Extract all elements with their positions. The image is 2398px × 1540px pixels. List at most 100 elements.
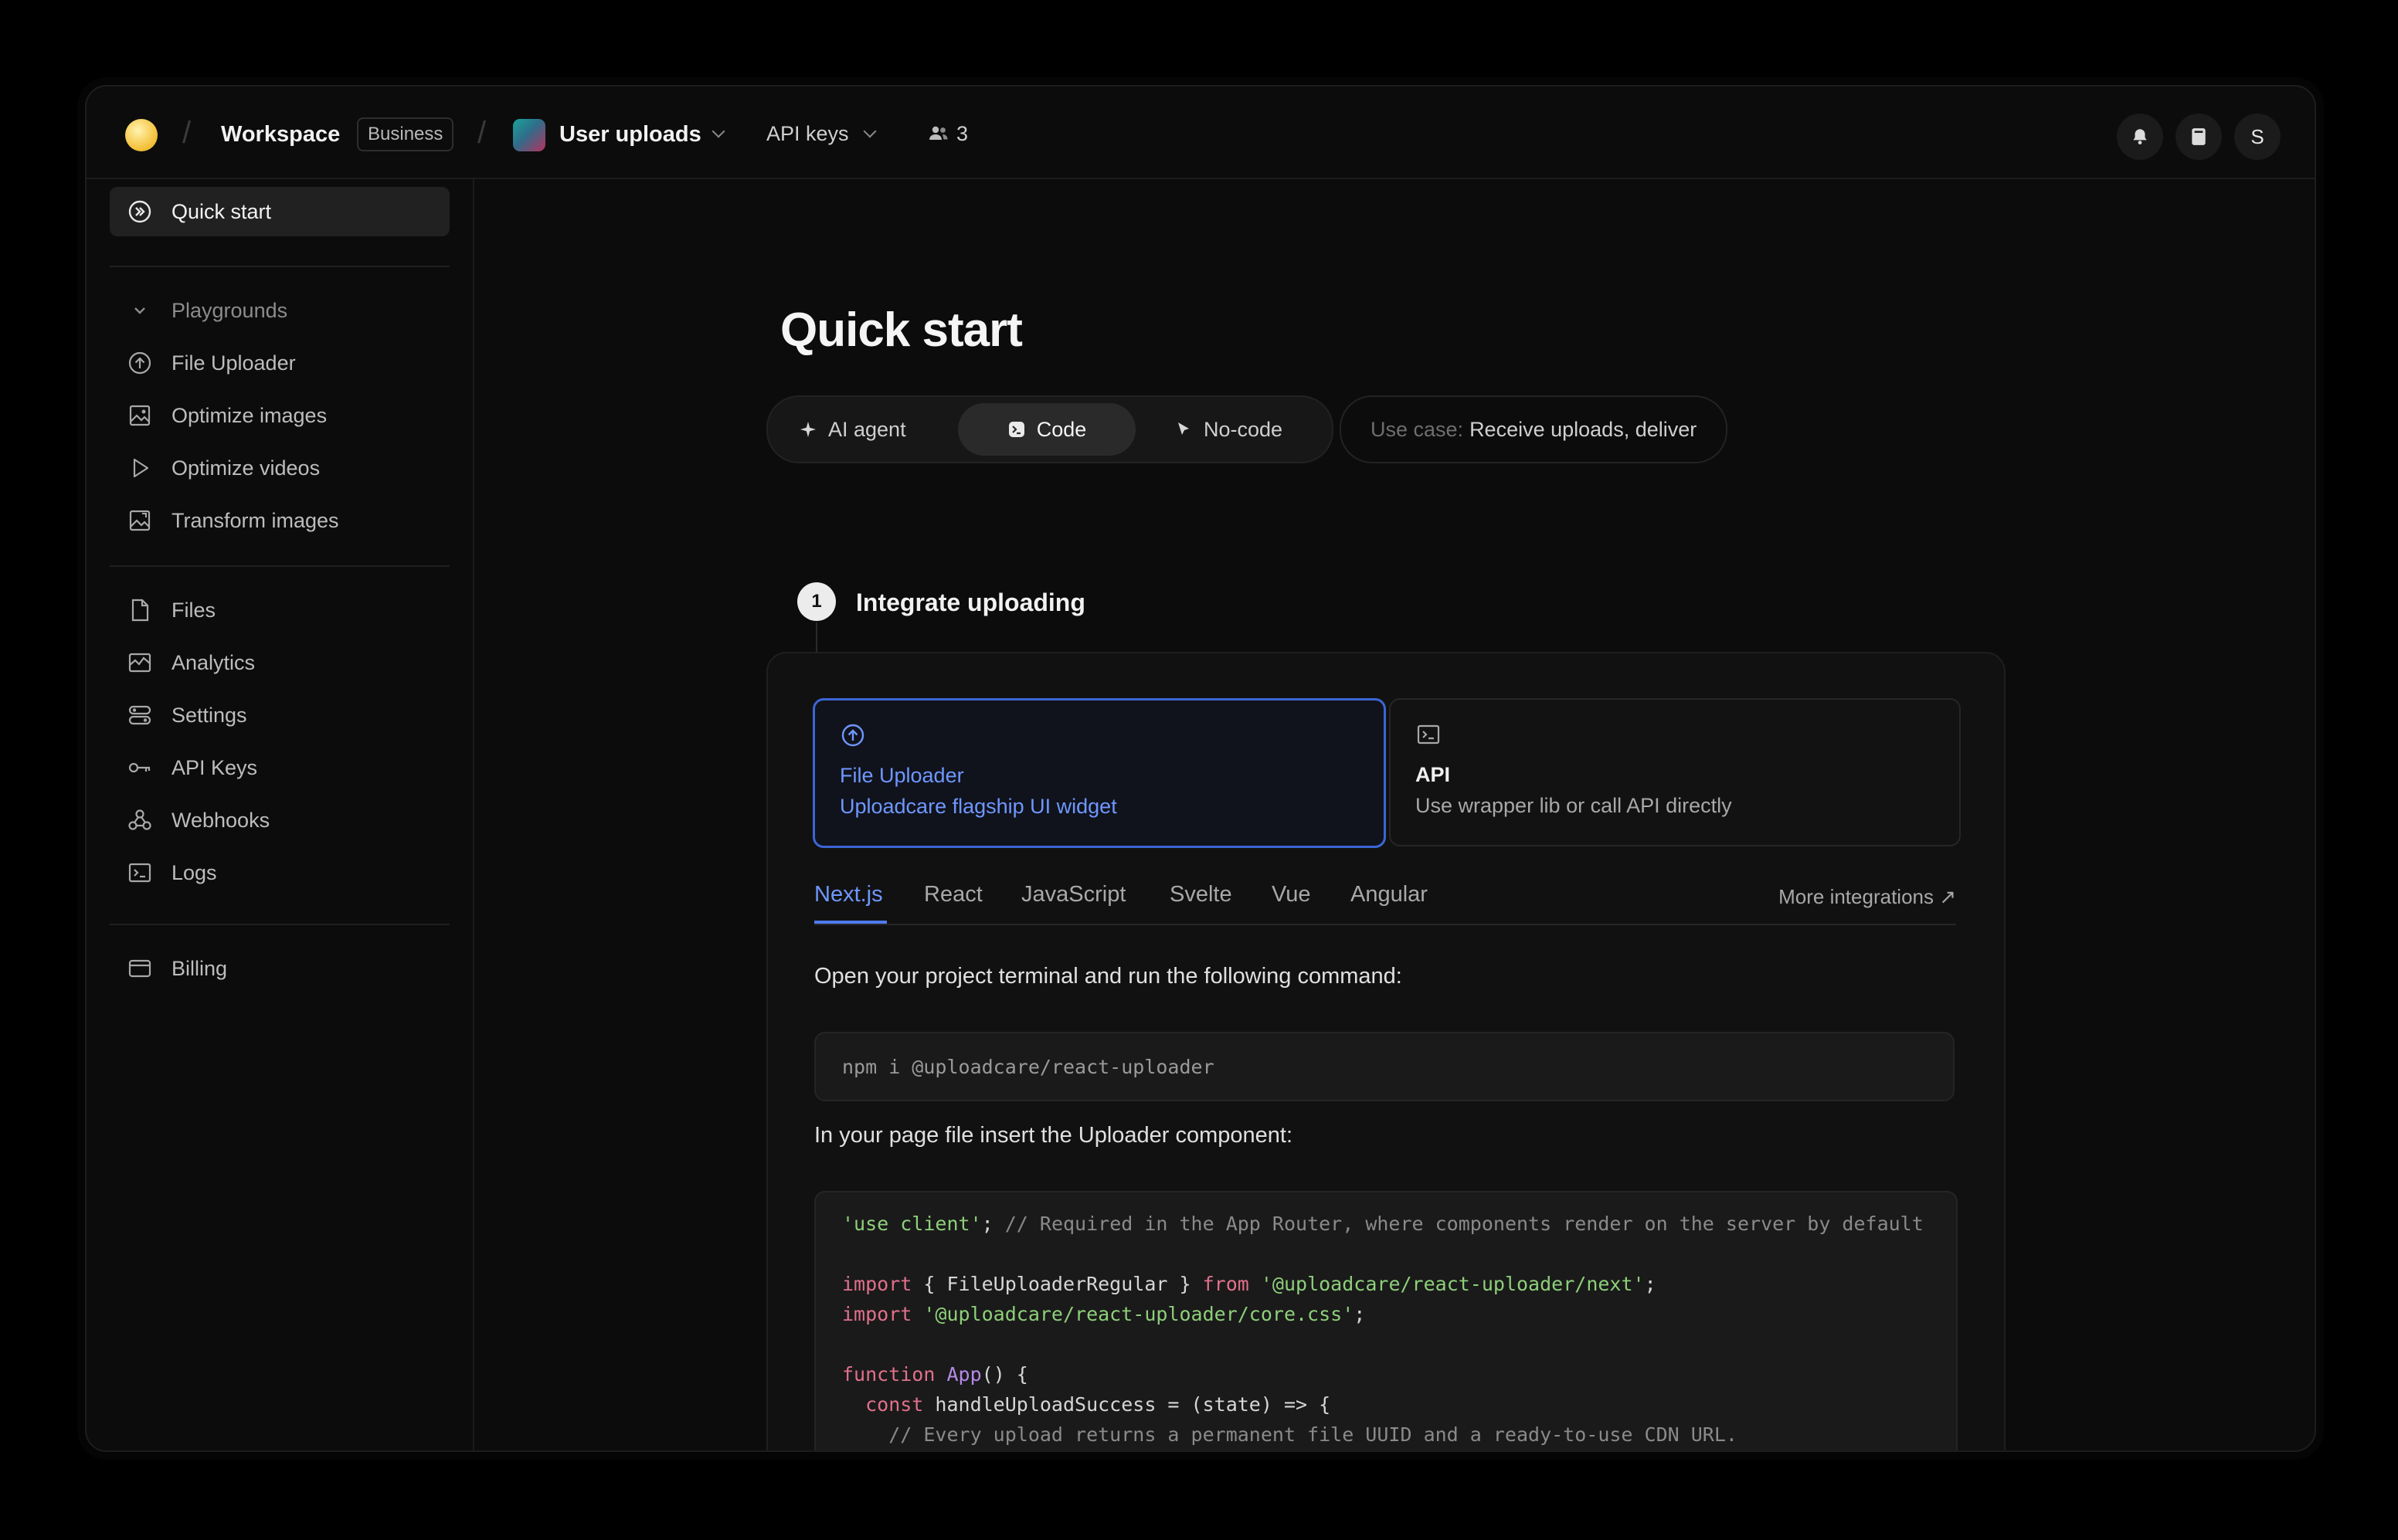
image-transform-icon (127, 507, 153, 534)
playgrounds-header: Playgrounds (172, 298, 288, 322)
tab-angular[interactable]: Angular (1350, 882, 1428, 907)
more-integrations-link[interactable]: More integrations ↗ (1778, 885, 1956, 909)
sidebar: Quick start Playgrounds File Uploader Op… (87, 179, 474, 1450)
mode-code[interactable]: Code (958, 403, 1136, 456)
mode-no-code[interactable]: No-code (1174, 403, 1282, 456)
user-avatar[interactable]: S (2234, 114, 2281, 160)
webhook-icon (127, 807, 153, 833)
active-tab-indicator (814, 921, 887, 924)
option-description: Use wrapper lib or call API directly (1415, 794, 1732, 817)
code-line: 'use client'; // Required in the App Rou… (842, 1213, 1924, 1235)
tab-svelte[interactable]: Svelte (1170, 882, 1232, 907)
sidebar-item-quick-start[interactable]: Quick start (110, 187, 450, 236)
use-case-selector[interactable]: Use case: Receive uploads, deliver (1340, 395, 1728, 463)
breadcrumb-separator: / (182, 116, 192, 150)
code-line: const handleUploadSuccess = (state) => { (842, 1393, 1331, 1416)
use-case-value: Receive uploads, deliver (1469, 417, 1697, 441)
sidebar-item-label: Quick start (172, 199, 272, 223)
option-description: Uploadcare flagship UI widget (840, 795, 1117, 818)
command-instruction: Open your project terminal and run the f… (814, 964, 1402, 989)
sidebar-item-billing[interactable]: Billing (110, 944, 450, 993)
option-title: API (1415, 763, 1451, 786)
project-icon (513, 119, 545, 151)
sidebar-item-optimize-videos[interactable]: Optimize videos (110, 443, 450, 493)
sidebar-item-files[interactable]: Files (110, 585, 450, 635)
option-title: File Uploader (840, 764, 964, 787)
sidebar-item-label: Transform images (172, 508, 339, 532)
code-line: function App() { (842, 1363, 1028, 1386)
logo-icon[interactable] (125, 119, 158, 151)
sidebar-item-settings[interactable]: Settings (110, 690, 450, 740)
page-title: Quick start (780, 304, 1023, 357)
code-line: import { FileUploaderRegular } from '@up… (842, 1273, 1656, 1295)
mode-label: Code (1036, 417, 1087, 441)
code-block[interactable]: 'use client'; // Required in the App Rou… (814, 1191, 1958, 1450)
code-line: import '@uploadcare/react-uploader/core.… (842, 1303, 1366, 1325)
step-connector (816, 622, 817, 653)
step-number-badge: 1 (797, 582, 836, 621)
quick-start-icon (127, 198, 153, 225)
sidebar-divider (110, 924, 450, 925)
docs-button[interactable] (2176, 114, 2222, 160)
sidebar-item-transform-images[interactable]: Transform images (110, 496, 450, 545)
chevron-down-icon[interactable] (712, 124, 725, 138)
use-case-label: Use case: (1371, 417, 1464, 441)
main-content: Quick start AI agent Code No-code Use ca… (474, 179, 2315, 1450)
option-file-uploader[interactable]: File Uploader Uploadcare flagship UI wid… (813, 698, 1386, 848)
sidebar-item-label: Optimize videos (172, 456, 321, 480)
image-icon (127, 402, 153, 429)
analytics-icon (127, 650, 153, 676)
install-command[interactable]: npm i @uploadcare/react-uploader (814, 1032, 1955, 1101)
cursor-icon (1178, 422, 1189, 435)
sidebar-item-file-uploader[interactable]: File Uploader (110, 338, 450, 388)
integration-card: File Uploader Uploadcare flagship UI wid… (766, 652, 2006, 1450)
playgrounds-group-toggle[interactable]: Playgrounds (110, 286, 450, 335)
sidebar-item-label: Optimize images (172, 403, 328, 427)
bell-icon (2133, 129, 2147, 144)
members-icon[interactable] (929, 125, 949, 142)
terminal-icon (1008, 422, 1024, 437)
chevron-down-icon (127, 297, 153, 324)
tab-react[interactable]: React (924, 882, 983, 907)
chevron-down-icon[interactable] (863, 124, 877, 138)
sidebar-item-api-keys[interactable]: API Keys (110, 743, 450, 792)
sidebar-divider (110, 266, 450, 267)
notifications-button[interactable] (2117, 114, 2163, 160)
sidebar-item-logs[interactable]: Logs (110, 848, 450, 897)
sidebar-item-label: Billing (172, 956, 228, 980)
tab-javascript[interactable]: JavaScript (1021, 882, 1126, 907)
sidebar-item-webhooks[interactable]: Webhooks (110, 795, 450, 845)
book-icon (2192, 128, 2206, 145)
sparkle-icon (800, 422, 816, 437)
sidebar-item-label: Webhooks (172, 808, 270, 832)
api-keys-dropdown[interactable]: API keys (766, 122, 849, 146)
mode-segmented-control: AI agent Code No-code (766, 395, 1333, 463)
breadcrumb-separator: / (477, 116, 487, 150)
mode-ai-agent[interactable]: AI agent (799, 403, 906, 456)
mode-label: AI agent (828, 417, 906, 441)
workspace-name[interactable]: Workspace (221, 122, 340, 148)
tab-nextjs[interactable]: Next.js (814, 882, 883, 907)
sidebar-item-label: Files (172, 598, 216, 622)
sidebar-item-label: Settings (172, 703, 247, 727)
terminal-icon (1417, 724, 1440, 745)
top-bar: / Workspace Business / User uploads API … (87, 86, 2315, 179)
tab-vue[interactable]: Vue (1272, 882, 1311, 907)
key-icon (127, 755, 153, 781)
workspace-plan-badge: Business (357, 117, 454, 151)
project-selector[interactable]: User uploads (559, 122, 701, 148)
upload-circle-icon (841, 724, 864, 747)
sidebar-item-optimize-images[interactable]: Optimize images (110, 391, 450, 440)
credit-card-icon (127, 955, 153, 982)
sidebar-divider (110, 565, 450, 567)
step-title: Integrate uploading (856, 589, 1085, 616)
members-count[interactable]: 3 (956, 122, 968, 146)
settings-toggles-icon (127, 702, 153, 728)
option-api[interactable]: API Use wrapper lib or call API directly (1389, 698, 1961, 846)
play-icon (127, 455, 153, 481)
sidebar-item-analytics[interactable]: Analytics (110, 638, 450, 687)
upload-circle-icon (127, 350, 153, 376)
sidebar-item-label: Analytics (172, 650, 256, 674)
component-instruction: In your page file insert the Uploader co… (814, 1123, 1293, 1148)
sidebar-item-label: Logs (172, 860, 217, 884)
